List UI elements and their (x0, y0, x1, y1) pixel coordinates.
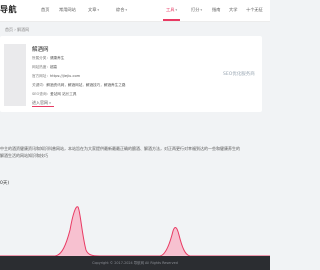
site-logo[interactable]: 导航 (0, 4, 17, 15)
site-info-card: 解酒网 所属分类：健康养生 网站热度：超高 官方网址：https://jieji… (0, 36, 262, 112)
info-label: 所属分类： (32, 56, 50, 60)
nav-item-university[interactable]: 大学 (229, 7, 237, 13)
traffic-trend-chart (0, 206, 270, 257)
nav-label: 常用网站 (59, 7, 76, 12)
nav-label: 十个无征 (246, 7, 263, 12)
site-title: 解酒网 (32, 47, 49, 53)
nav-item-common-sites[interactable]: 常用网站 (59, 7, 76, 13)
official-url-link[interactable]: https://jiejiu.com (50, 74, 80, 78)
popularity-value: 超高 (49, 65, 58, 69)
chevron-down-icon: ▾ (97, 8, 100, 12)
nav-item-score[interactable]: 打分▾ (191, 7, 202, 13)
info-row-category: 所属分类：健康养生 (32, 56, 64, 61)
info-label: SEO查询： (32, 92, 51, 96)
info-label: 官方网址： (32, 74, 50, 78)
info-label: 网站热度： (32, 65, 50, 69)
page-footer: Copyright © 2017-2024 导航网 All Rights Res… (0, 256, 270, 270)
visit-link-underline (32, 106, 54, 107)
nav-label: 文章 (88, 7, 97, 12)
info-row-url: 官方网址：https://jiejiu.com (32, 74, 80, 79)
breadcrumb: 首页 › 解酒网 (5, 27, 30, 32)
category-link[interactable]: 健康养生 (50, 56, 64, 60)
nav-label: 指南 (212, 7, 221, 12)
chevron-down-icon: ▾ (200, 8, 203, 12)
nav-item-tools[interactable]: 工具▾ (166, 7, 177, 13)
nav-item-guide[interactable]: 指南 (212, 7, 220, 13)
double-arrow-icon: » (49, 101, 52, 105)
info-row-popularity: 网站热度：超高 (32, 65, 57, 70)
trend-chart-title: 0天) (0, 181, 10, 186)
nav-item-articles[interactable]: 文章▾ (88, 7, 99, 13)
nav-label: 工具 (166, 7, 175, 12)
nav-label: 大学 (229, 7, 238, 12)
copyright-text: Copyright © 2017-2024 导航网 All Rights Res… (92, 261, 178, 265)
site-description-line-2: 解酒生活的网站知识和技巧 (0, 153, 48, 158)
chevron-down-icon: ▾ (175, 8, 178, 12)
nav-label: 首页 (41, 7, 50, 12)
nav-item-general[interactable]: 综合▾ (116, 7, 127, 13)
info-label: 关键词： (32, 83, 47, 87)
info-row-seo: SEO查询：爱站网 站长工具 (32, 92, 76, 97)
site-thumbnail (4, 44, 26, 106)
nav-label: 打分 (191, 7, 200, 12)
info-row-keywords: 关键词：解酒资讯网，解酒网站，解酒技巧，解酒养生之路 (32, 83, 125, 88)
trend-area-fill (0, 206, 270, 257)
chevron-down-icon: ▾ (125, 8, 128, 12)
nav-item-home[interactable]: 首页 (41, 7, 49, 13)
site-description-line-1: 中主的酒资健康资讯和知识科普网站，本站旨在为大家提供最新最最正确的酿酒、解酒方法… (0, 146, 240, 151)
nav-label: 综合 (116, 7, 125, 12)
nav-item-more[interactable]: 十个无征 (246, 7, 263, 13)
visit-label: 进入官网 (32, 100, 48, 105)
keywords-value: 解酒资讯网，解酒网站，解酒技巧，解酒养生之路 (46, 83, 126, 87)
top-navigation-bar: 导航 首页 常用网站 文章▾ 综合▾ 工具▾ 打分▾ 指南 大学 十个无征 (0, 0, 270, 22)
seo-service-badge[interactable]: SEO优化服务商 (223, 71, 255, 77)
seo-links[interactable]: 爱站网 站长工具 (50, 92, 76, 96)
trend-line (0, 206, 270, 257)
active-nav-indicator (163, 19, 180, 21)
